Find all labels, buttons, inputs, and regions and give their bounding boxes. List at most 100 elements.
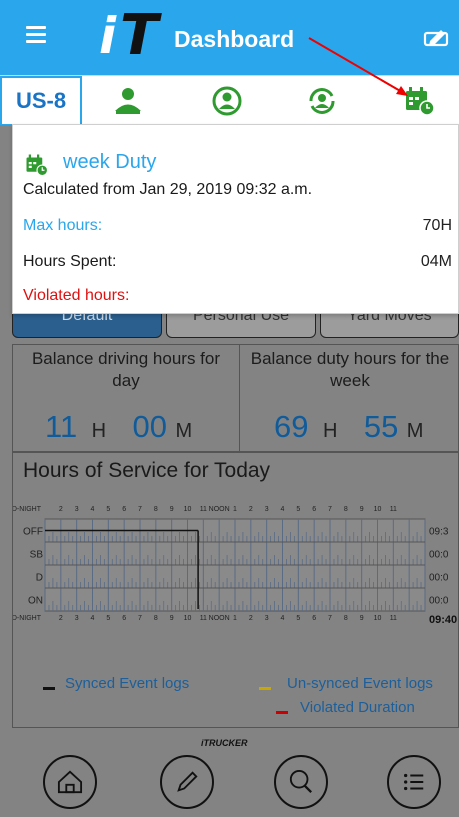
list-icon[interactable] [387, 755, 441, 809]
hours-of-service-panel: Hours of Service for Today MID-NIGHTMID-… [12, 452, 459, 728]
hour-label: 5 [106, 615, 110, 622]
hour-label: 8 [154, 615, 158, 622]
duty-row-total: 00:0 [429, 550, 449, 561]
hour-label: NOON [209, 506, 230, 513]
hour-label: 4 [91, 615, 95, 622]
balance-duty: Balance duty hours for the week 69 H 55 M [240, 345, 459, 453]
brand-logo: iTRUCKER [201, 738, 248, 748]
hour-label: MID-NIGHT [13, 506, 42, 513]
balance-driving-label: Balance driving hours for day [31, 349, 221, 390]
hour-label: 10 [184, 506, 192, 513]
legend-unsynced: Un-synced Event logs [287, 675, 433, 692]
logo-letter-t: T [120, 3, 159, 68]
total-hours: 09:40 [429, 614, 457, 626]
hour-label: 6 [122, 506, 126, 513]
hour-label: 9 [360, 615, 364, 622]
violated-legend-dash [276, 711, 288, 714]
duty-row-label: SB [30, 550, 44, 561]
co-driver-swap-icon[interactable] [306, 86, 338, 116]
hour-label: 2 [249, 615, 253, 622]
driving-hours-unit: H [91, 420, 107, 442]
hour-label: 11 [390, 615, 397, 622]
duty-row-label: D [36, 573, 43, 584]
driving-hours-value: 11 [45, 409, 78, 444]
hour-label: 1 [233, 506, 237, 513]
edit-certify-icon[interactable] [422, 26, 452, 52]
hour-label: MID-NIGHT [13, 615, 42, 622]
popup-title: week Duty [63, 151, 157, 173]
hour-label: 3 [75, 615, 79, 622]
driving-minutes-value: 00 [132, 409, 168, 444]
hour-label: 9 [170, 506, 174, 513]
hour-label: 9 [170, 615, 174, 622]
hour-label: 6 [312, 506, 316, 513]
hour-label: 2 [59, 615, 63, 622]
hour-label: 10 [374, 615, 382, 622]
duty-minutes-value: 55 [363, 409, 399, 444]
hour-label: 11 [200, 506, 207, 513]
hour-label: 8 [344, 615, 348, 622]
hour-label: 3 [75, 506, 79, 513]
pencil-icon[interactable] [160, 755, 214, 809]
calendar-clock-icon [26, 154, 49, 177]
balance-duty-value: 69 H 55 M [274, 409, 459, 445]
week-duty-popup: week Duty Calculated from Jan 29, 2019 0… [12, 124, 459, 314]
hour-label: 7 [138, 506, 142, 513]
hour-label: 2 [59, 506, 63, 513]
hour-label: 8 [154, 506, 158, 513]
hour-label: 4 [91, 506, 95, 513]
hour-label: 3 [265, 506, 269, 513]
hour-label: 10 [184, 615, 192, 622]
bottom-navigation: iTRUCKER [12, 730, 459, 817]
hour-label: 6 [312, 615, 316, 622]
driver-toolbar: US-8 [0, 75, 459, 126]
hour-label: 8 [344, 506, 348, 513]
app-bar: i T Dashboard [0, 0, 459, 75]
unsynced-legend-dash [259, 687, 271, 690]
hour-label: 11 [390, 506, 397, 513]
hour-label: 11 [200, 615, 207, 622]
hour-label: 7 [138, 615, 142, 622]
hour-label: 5 [296, 506, 300, 513]
duty-row-total: 00:0 [429, 573, 449, 584]
unit-label: US-8 [15, 88, 67, 113]
driver-icon[interactable] [112, 86, 144, 116]
duty-minutes-unit: M [406, 420, 424, 442]
balance-driving-value: 11 H 00 M [45, 409, 271, 445]
duty-row-total: 00:0 [429, 596, 449, 607]
popup-subtitle: Calculated from Jan 29, 2019 09:32 a.m. [23, 181, 313, 198]
balance-panel: Balance driving hours for day 11 H 00 M B… [12, 344, 459, 453]
hour-label: 2 [249, 506, 253, 513]
hour-label: 10 [374, 506, 382, 513]
duty-row-label: ON [28, 596, 43, 607]
balance-driving: Balance driving hours for day 11 H 00 M [13, 345, 239, 453]
home-icon[interactable] [43, 755, 97, 809]
hours-spent-value: 04M [420, 253, 452, 270]
driving-minutes-unit: M [175, 420, 193, 442]
calendar-clock-icon[interactable] [404, 86, 436, 116]
legend-synced: Synced Event logs [65, 675, 190, 692]
synced-legend-dash [43, 687, 55, 690]
hour-label: 7 [328, 506, 332, 513]
legend-violated: Violated Duration [300, 699, 415, 716]
hour-label: 9 [360, 506, 364, 513]
hour-label: 7 [328, 615, 332, 622]
search-icon[interactable] [274, 755, 328, 809]
hamburger-icon[interactable] [26, 26, 46, 43]
balance-duty-label: Balance duty hours for the week [250, 349, 450, 390]
hour-label: 1 [233, 615, 237, 622]
violated-hours-label: Violated hours: [23, 287, 130, 304]
max-hours-value: 70H [422, 217, 452, 234]
hour-label: 5 [106, 506, 110, 513]
duty-row-total: 09:3 [429, 527, 449, 538]
duty-row-label: OFF [23, 527, 43, 538]
hour-label: 6 [122, 615, 126, 622]
unit-selector[interactable]: US-8 [0, 76, 82, 126]
hours-spent-label: Hours Spent: [23, 253, 117, 270]
page-title: Dashboard [174, 26, 295, 52]
hour-label: 4 [281, 506, 285, 513]
duty-hours-value: 69 [274, 409, 309, 444]
driver-logs-icon[interactable] [211, 86, 243, 116]
hour-label: 3 [265, 615, 269, 622]
hour-label: NOON [209, 615, 230, 622]
